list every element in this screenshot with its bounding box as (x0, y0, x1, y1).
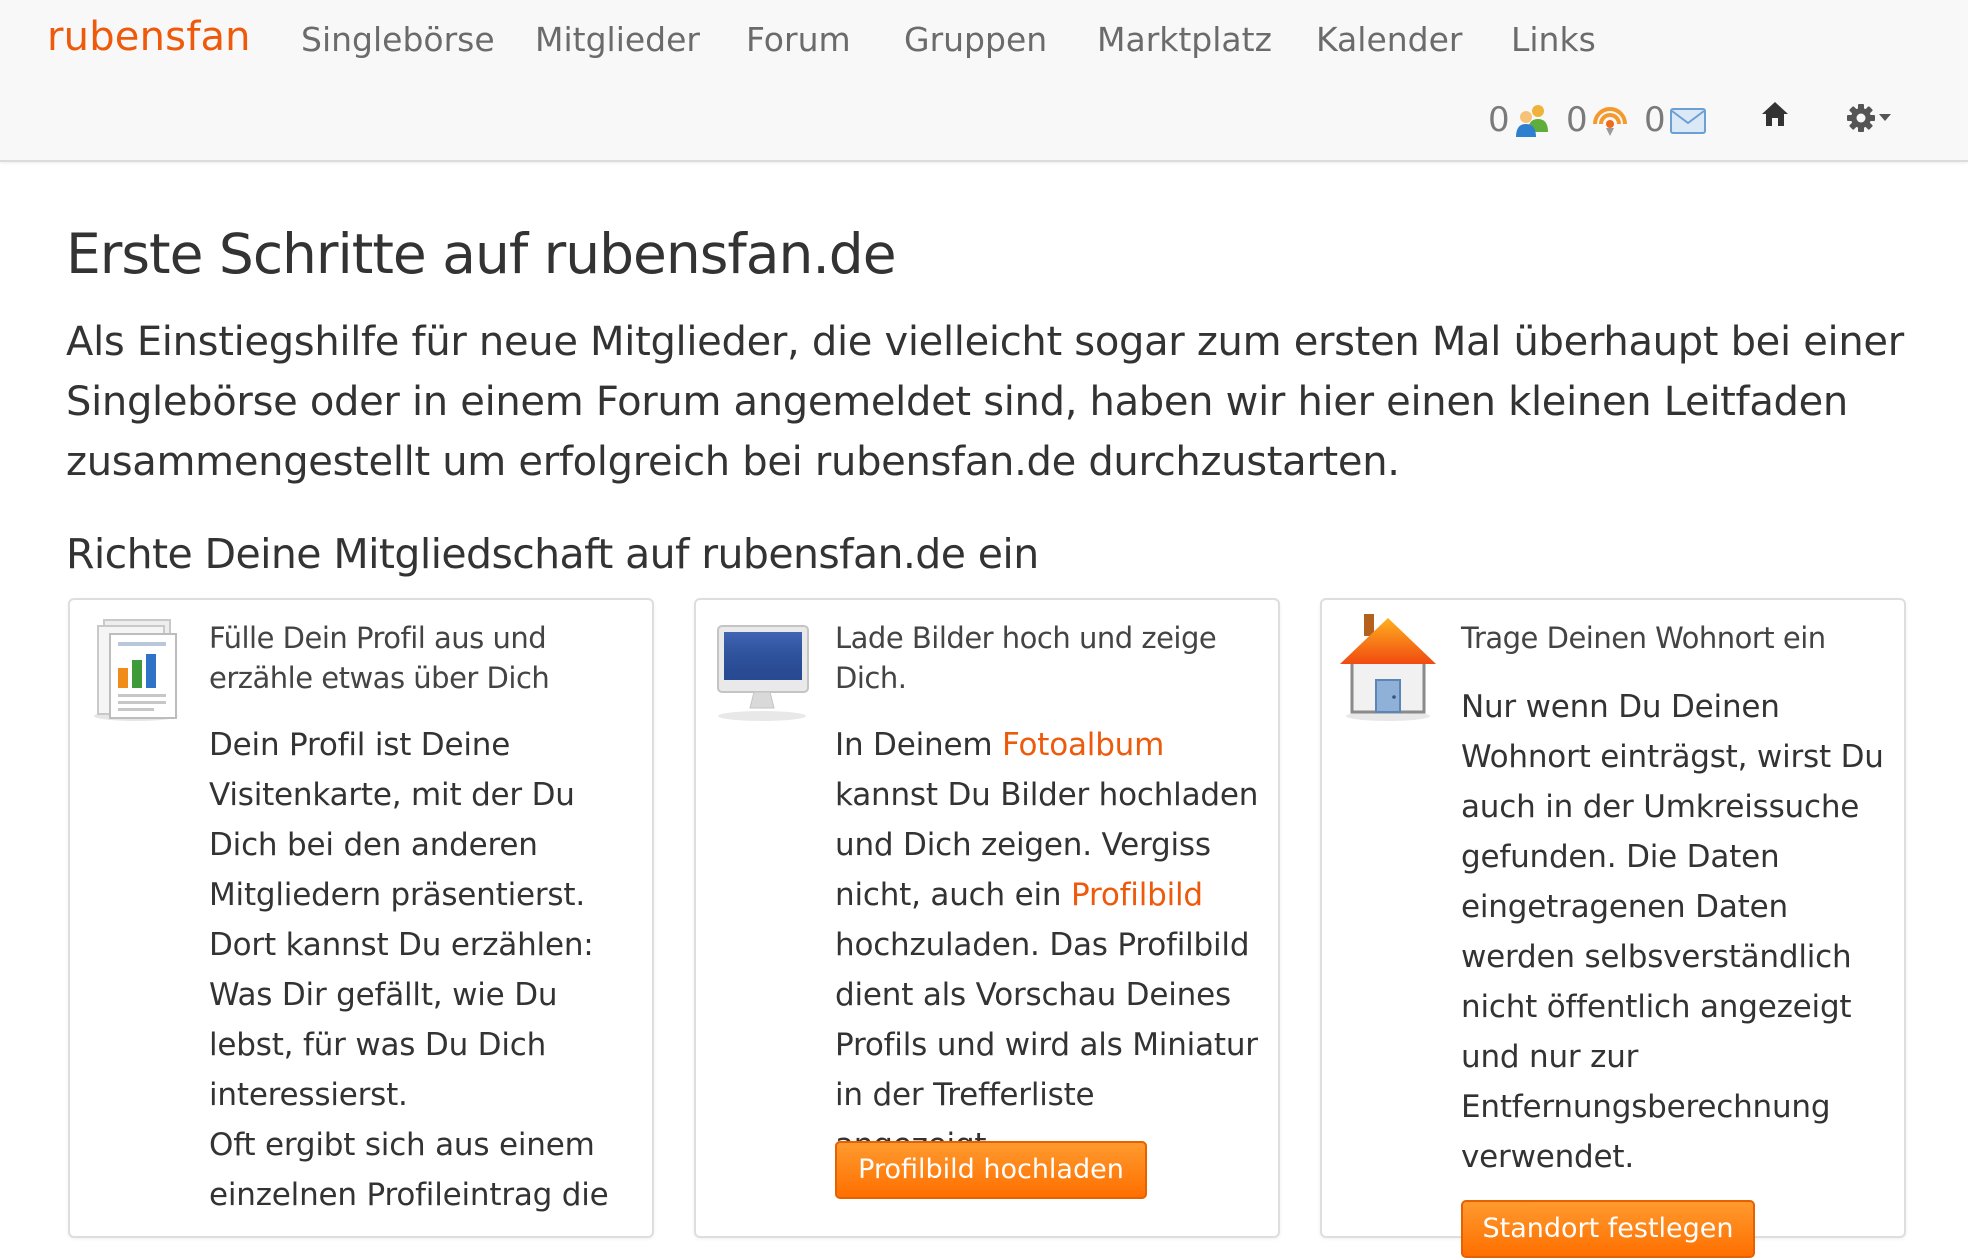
friend-requests-count[interactable]: 0 (1488, 100, 1510, 140)
nav-item-gruppen[interactable]: Gruppen (904, 20, 1047, 59)
friends-icon[interactable] (1514, 102, 1550, 138)
nav-item-kalender[interactable]: Kalender (1316, 20, 1463, 59)
nav-item-singleboerse[interactable]: Singlebörse (301, 20, 495, 59)
profilbild-link[interactable]: Profilbild (1071, 877, 1203, 913)
set-location-button[interactable]: Standort festlegen (1461, 1200, 1755, 1258)
messages-envelope-icon[interactable] (1670, 108, 1706, 134)
settings-gear-icon[interactable] (1846, 102, 1894, 134)
card-photos-title: Lade Bilder hoch und zeige Dich. (835, 621, 1217, 695)
nav-item-mitglieder[interactable]: Mitglieder (535, 20, 700, 59)
card-profile-title: Fülle Dein Profil aus und erzähle etwas … (209, 621, 550, 695)
card-photos-text: In Deinem Fotoalbum kannst Du Bilder hoc… (835, 720, 1265, 1170)
chevron-down-icon (1879, 114, 1891, 121)
fotoalbum-link[interactable]: Fotoalbum (1002, 727, 1164, 763)
upload-profile-picture-button[interactable]: Profilbild hochladen (835, 1141, 1147, 1199)
profile-document-icon (94, 619, 178, 721)
card-photos-text-c: hochzuladen. Das Profilbild dient als Vo… (835, 927, 1258, 1163)
nav-item-forum[interactable]: Forum (746, 20, 851, 59)
messages-count[interactable]: 0 (1644, 100, 1666, 140)
card-photos: Lade Bilder hoch und zeige Dich. In Dein… (694, 598, 1280, 1238)
home-icon[interactable] (1761, 100, 1789, 128)
card-location: Trage Deinen Wohnort ein Nur wenn Du Dei… (1320, 598, 1906, 1258)
notifications-icon[interactable] (1592, 102, 1628, 138)
card-profile: Fülle Dein Profil aus und erzähle etwas … (68, 598, 654, 1238)
card-profile-text: Dein Profil ist Deine Visitenkarte, mit … (209, 727, 594, 1113)
section-title: Richte Deine Mitgliedschaft auf rubensfa… (66, 530, 1039, 578)
notifications-count[interactable]: 0 (1566, 100, 1588, 140)
monitor-icon (717, 625, 809, 721)
card-location-text: Nur wenn Du Deinen Wohnort einträgst, wi… (1461, 689, 1884, 1175)
top-navbar: rubensfan Singlebörse Mitglieder Forum G… (0, 0, 1968, 162)
house-icon (1340, 614, 1436, 721)
nav-item-links[interactable]: Links (1511, 20, 1596, 59)
nav-item-marktplatz[interactable]: Marktplatz (1097, 20, 1272, 59)
card-profile-text-continued: Oft ergibt sich aus einem einzelnen Prof… (209, 1127, 609, 1213)
card-photos-text-a: In Deinem (835, 727, 1002, 763)
card-location-title: Trage Deinen Wohnort ein (1461, 621, 1826, 655)
page-title: Erste Schritte auf rubensfan.de (66, 222, 897, 286)
brand-logo-link[interactable]: rubensfan (47, 14, 251, 60)
intro-paragraph: Als Einstiegshilfe für neue Mitglieder, … (66, 319, 1904, 485)
